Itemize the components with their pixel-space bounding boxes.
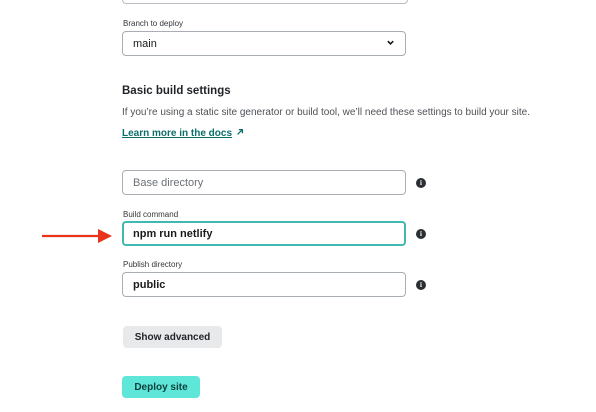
section-description: If you’re using a static site generator … [122,107,531,118]
info-icon[interactable]: i [416,178,426,188]
section-heading: Basic build settings [122,85,231,97]
external-arrow-icon [236,128,244,139]
previous-field[interactable] [122,0,408,4]
build-command-input[interactable]: npm run netlify [122,221,406,246]
publish-directory-value: public [133,278,166,291]
info-icon[interactable]: i [416,280,426,290]
deploy-site-button[interactable]: Deploy site [122,376,200,398]
build-command-label: Build command [123,210,179,219]
build-command-value: npm run netlify [133,227,213,240]
publish-directory-input[interactable]: public [122,272,406,297]
chevron-down-icon [386,38,395,49]
info-icon[interactable]: i [416,229,426,239]
red-arrow-icon [42,228,114,249]
publish-directory-label: Publish directory [123,260,183,269]
branch-select-value: main [133,37,157,50]
branch-select[interactable]: main [122,31,406,56]
docs-link[interactable]: Learn more in the docs [122,128,244,139]
branch-label: Branch to deploy [123,19,184,28]
show-advanced-button[interactable]: Show advanced [123,326,222,348]
base-directory-placeholder: Base directory [133,176,204,189]
docs-link-text[interactable]: Learn more in the docs [122,128,232,139]
base-directory-input[interactable]: Base directory [122,170,406,195]
